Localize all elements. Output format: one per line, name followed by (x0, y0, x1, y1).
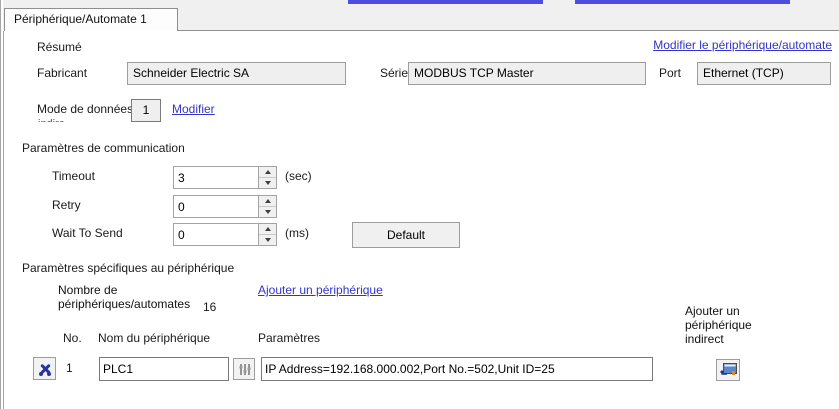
timeout-label: Timeout (52, 169, 95, 183)
down-arrow-icon (265, 238, 271, 242)
default-button[interactable]: Default (352, 222, 460, 248)
up-arrow-icon (265, 199, 271, 203)
window-left-edge (0, 0, 4, 409)
timeout-up-button[interactable] (259, 167, 276, 177)
wait-to-send-stepper[interactable] (173, 223, 277, 246)
timeout-stepper[interactable] (173, 166, 277, 189)
tab-baseline (178, 30, 839, 31)
wait-to-send-input[interactable] (174, 224, 258, 245)
retry-down-button[interactable] (259, 206, 276, 217)
retry-up-button[interactable] (259, 196, 276, 206)
timeout-down-button[interactable] (259, 177, 276, 188)
row-number: 1 (66, 361, 73, 375)
manufacturer-label: Fabricant (37, 66, 87, 80)
device-settings-button[interactable] (33, 357, 56, 380)
summary-title: Résumé (37, 40, 82, 54)
edit-device-link[interactable]: Modifier le périphérique/automate (653, 38, 832, 52)
column-header-name: Nom du périphérique (98, 331, 210, 345)
retry-stepper[interactable] (173, 195, 277, 218)
timeout-spin-buttons (258, 167, 276, 188)
add-device-link[interactable]: Ajouter un périphérique (258, 283, 383, 297)
tools-icon (38, 362, 52, 376)
column-header-no: No. (63, 331, 82, 345)
up-arrow-icon (265, 227, 271, 231)
series-field: MODBUS TCP Master (408, 62, 646, 85)
indirect-device-icon (720, 363, 737, 378)
down-arrow-icon (265, 181, 271, 185)
retry-input[interactable] (174, 196, 258, 217)
device-specific-title: Paramètres spécifiques au périphérique (22, 261, 234, 275)
wait-spin-buttons (258, 224, 276, 245)
data-mode-edit-link[interactable]: Modifier (172, 102, 215, 116)
timeout-unit-label: (sec) (285, 169, 312, 183)
device-count-label-line1: Nombre de (58, 283, 190, 297)
retry-spin-buttons (258, 196, 276, 217)
device-count-label-line2: périphériques/automates (58, 297, 190, 311)
add-indirect-device-button[interactable] (716, 359, 740, 381)
column-header-params: Paramètres (258, 331, 320, 345)
add-indirect-device-label: Ajouter un périphérique indirect (685, 304, 771, 346)
device-settings-panel: Périphérique/Automate 1 Résumé Modifier … (0, 0, 839, 409)
device-count-label: Nombre de périphériques/automates (58, 283, 190, 311)
device-count-value: 16 (203, 300, 216, 314)
device-params-input[interactable] (261, 357, 653, 381)
data-mode-label: Mode de données (37, 102, 133, 116)
wait-unit-label: (ms) (285, 226, 309, 240)
sliders-icon (238, 363, 251, 376)
port-label: Port (659, 66, 681, 80)
up-arrow-icon (265, 170, 271, 174)
timeout-input[interactable] (174, 167, 258, 188)
port-field: Ethernet (TCP) (697, 62, 831, 85)
data-mode-label-clipped-line: indirect (38, 119, 64, 122)
down-arrow-icon (265, 210, 271, 214)
device-properties-button[interactable] (233, 358, 255, 380)
wait-up-button[interactable] (259, 224, 276, 234)
communication-title: Paramètres de communication (22, 141, 185, 155)
manufacturer-field: Schneider Electric SA (127, 62, 346, 85)
data-mode-value-box: 1 (131, 99, 161, 122)
clipped-top-link-2[interactable] (575, 0, 790, 4)
tab-peripherique-automate-1[interactable]: Périphérique/Automate 1 (4, 8, 178, 31)
clipped-top-link-1[interactable] (348, 0, 543, 4)
retry-label: Retry (52, 198, 81, 212)
wait-to-send-label: Wait To Send (52, 226, 123, 240)
wait-down-button[interactable] (259, 234, 276, 245)
device-name-input[interactable] (99, 357, 229, 381)
series-label: Série (380, 66, 408, 80)
